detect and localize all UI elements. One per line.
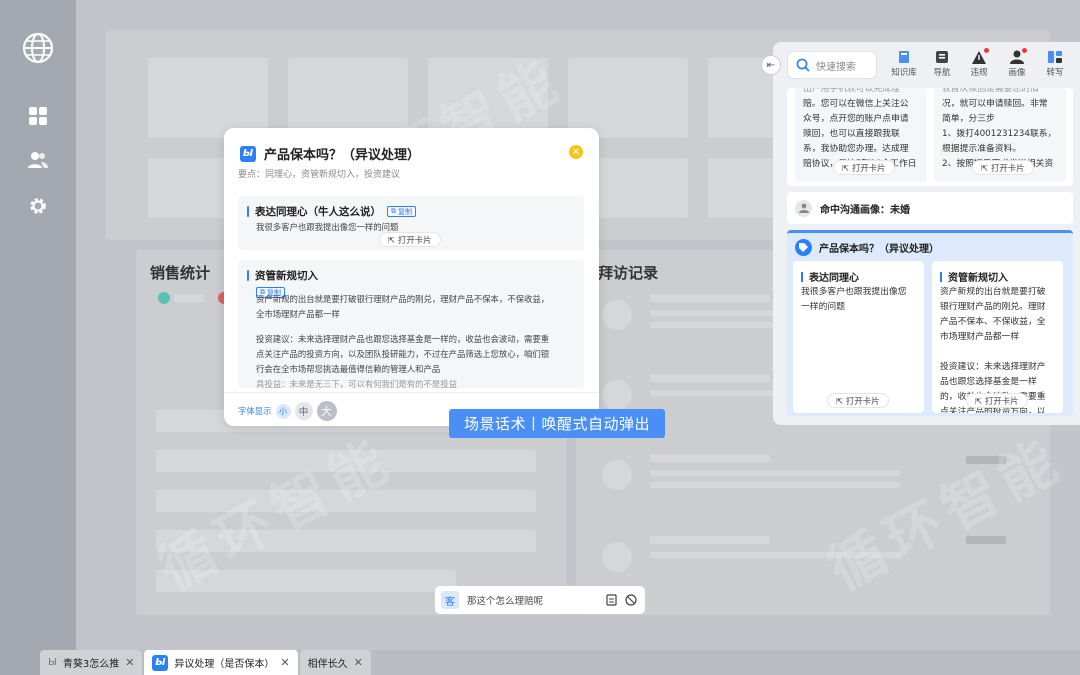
top-left-card: 出户用手机就可以完成理 赔。您可以在微信上关注公 众号，点开您的账户点申请 赎回… bbox=[795, 88, 927, 182]
open-card-button[interactable]: ⇱ 打开卡片 bbox=[379, 232, 441, 247]
popup-title: 产品保本吗？（异议处理） bbox=[264, 148, 421, 163]
gear-icon[interactable] bbox=[22, 190, 54, 222]
empathy-card-title: 表达同理心（牛人这么说） bbox=[255, 206, 381, 218]
popup-keypoints: 要点：同理心，资管新规切入，投资建议 bbox=[238, 170, 401, 180]
assistant-panel: 快速搜索 知识库 导航 违规 画像 转写 出户用手机就可以完成理 赔。您可以在微… bbox=[773, 42, 1080, 425]
toolbar-knowledge[interactable]: 知识库 bbox=[887, 50, 921, 78]
active-script-card: 产品保本吗？（异议处理） 表达同理心 我很多客户也跟我提出像您 一样的问题 ⇱ 打… bbox=[787, 230, 1073, 416]
script-popup: Ы 产品保本吗？（异议处理） ✕ 要点：同理心，资管新规切入，投资建议 表达同理… bbox=[224, 128, 599, 426]
block-icon[interactable] bbox=[625, 594, 637, 606]
customer-badge: 客 bbox=[441, 591, 459, 609]
warning-icon bbox=[972, 48, 989, 64]
sales-title: 销售统计 bbox=[150, 264, 211, 282]
customer-utterance-bar: 客 那这个怎么理赔呢 bbox=[435, 586, 645, 614]
regulation-text-line: 资产新规的出台就是要打破银行理财产品的刚兑，理财产品不保本，不保收益， bbox=[256, 294, 550, 304]
close-icon[interactable]: ✕ bbox=[354, 656, 363, 669]
popup-header: Ы 产品保本吗？（异议处理） bbox=[240, 144, 420, 163]
tag-icon bbox=[795, 239, 812, 256]
open-card-button[interactable]: ⇱ 打开卡片 bbox=[833, 160, 895, 175]
person-icon bbox=[1010, 48, 1027, 64]
advice-text-line: 点关注产品的投资方向，以及团队投研能力，不过在产品筛选上您放心，咱们银 bbox=[256, 349, 550, 359]
collapse-panel-icon[interactable]: ⇤ bbox=[761, 55, 781, 75]
font-size-selector: 字体显示 小 中 大 bbox=[238, 401, 337, 421]
toolbar-persona[interactable]: 画像 bbox=[1000, 48, 1034, 78]
copy-button[interactable]: ⧉ 复制 bbox=[387, 206, 416, 217]
close-icon[interactable]: ✕ bbox=[280, 656, 289, 669]
document-icon[interactable] bbox=[606, 594, 617, 606]
search-input[interactable]: 快速搜索 bbox=[787, 51, 877, 79]
app-logo-icon: Ы bbox=[48, 657, 57, 668]
advice-text-line: 具投益：未来是无三下，可以有何我们是有的不是投益 bbox=[256, 379, 457, 388]
regulation-card: 资管新规切入 ⧉ 复制 资产新规的出台就是要打破银行理财产品的刚兑，理财产品不保本… bbox=[238, 260, 584, 388]
app-rail bbox=[0, 0, 76, 675]
app-logo-icon: Ы bbox=[152, 654, 169, 671]
empathy-card: 表达同理心（牛人这么说） ⧉ 复制 我很多客户也跟我提出像您一样的问题 ⇱ 打开卡片 bbox=[238, 196, 584, 250]
persona-text: 命中沟通画像：未婚 bbox=[820, 204, 910, 216]
regulation-subcard: 资管新规切入 资产新规的出台就是要打破 银行理财产品的刚兑。理财 产品不保本、不… bbox=[932, 261, 1063, 413]
open-card-button[interactable]: ⇱ 打开卡片 bbox=[827, 393, 889, 408]
font-medium-button[interactable]: 中 bbox=[294, 402, 313, 420]
toolbar-transcribe[interactable]: 转写 bbox=[1038, 50, 1072, 78]
advice-text-line: 投资建议：未来选择理财产品也跟您选择基金是一样的，收益也会波动，需要重 bbox=[256, 334, 550, 344]
font-large-button[interactable]: 大 bbox=[316, 401, 337, 421]
toolbar-violation[interactable]: 违规 bbox=[962, 48, 996, 78]
open-card-button[interactable]: ⇱ 打开卡片 bbox=[966, 393, 1028, 408]
tab-item-active[interactable]: Ы 异议处理（是否保本） ✕ bbox=[144, 650, 298, 675]
search-icon bbox=[796, 58, 810, 72]
tab-bar: Ы 青葵3怎么推 ✕ Ы 异议处理（是否保本） ✕ 相伴长久 ✕ bbox=[40, 650, 373, 675]
persona-hit: 命中沟通画像：未婚 bbox=[787, 192, 1073, 224]
toolbar-nav[interactable]: 导航 bbox=[925, 50, 959, 78]
visit-title: 拜访记录 bbox=[598, 264, 659, 282]
tab-item[interactable]: 相伴长久 ✕ bbox=[299, 650, 371, 675]
person-icon bbox=[795, 199, 812, 217]
close-icon[interactable]: ✕ bbox=[569, 145, 583, 159]
font-size-label: 字体显示 bbox=[238, 406, 272, 416]
nav-icon bbox=[935, 50, 949, 64]
grid-icon[interactable] bbox=[22, 100, 54, 132]
active-card-title: 产品保本吗？（异议处理） bbox=[819, 244, 939, 255]
regulation-text-line: 全市场理财产品都一样 bbox=[256, 309, 340, 319]
font-small-button[interactable]: 小 bbox=[275, 403, 291, 419]
book-icon bbox=[897, 50, 911, 64]
globe-icon[interactable] bbox=[22, 32, 54, 64]
empathy-subcard: 表达同理心 我很多客户也跟我提出像您 一样的问题 ⇱ 打开卡片 bbox=[793, 261, 924, 413]
users-icon[interactable] bbox=[22, 144, 54, 176]
open-card-button[interactable]: ⇱ 打开卡片 bbox=[972, 160, 1034, 175]
scene-banner: 场景话术丨唤醒式自动弹出 bbox=[449, 409, 665, 438]
advice-text-line: 行会在全市场帮您挑选最值得信赖的管理人和产品 bbox=[256, 364, 441, 374]
close-icon[interactable]: ✕ bbox=[125, 656, 134, 669]
customer-utterance-text: 那这个怎么理赔呢 bbox=[467, 596, 544, 607]
app-logo-icon: Ы bbox=[240, 145, 256, 162]
tab-item[interactable]: Ы 青葵3怎么推 ✕ bbox=[40, 650, 143, 675]
transcribe-icon bbox=[1048, 50, 1062, 64]
recent-cards: 出户用手机就可以完成理 赔。您可以在微信上关注公 众号，点开您的账户点申请 赎回… bbox=[787, 88, 1073, 186]
top-right-card: 就首次赎回是需要您的情 况，就可以申请赎回。非常 简单，分三步 1、拨打4001… bbox=[934, 88, 1066, 182]
